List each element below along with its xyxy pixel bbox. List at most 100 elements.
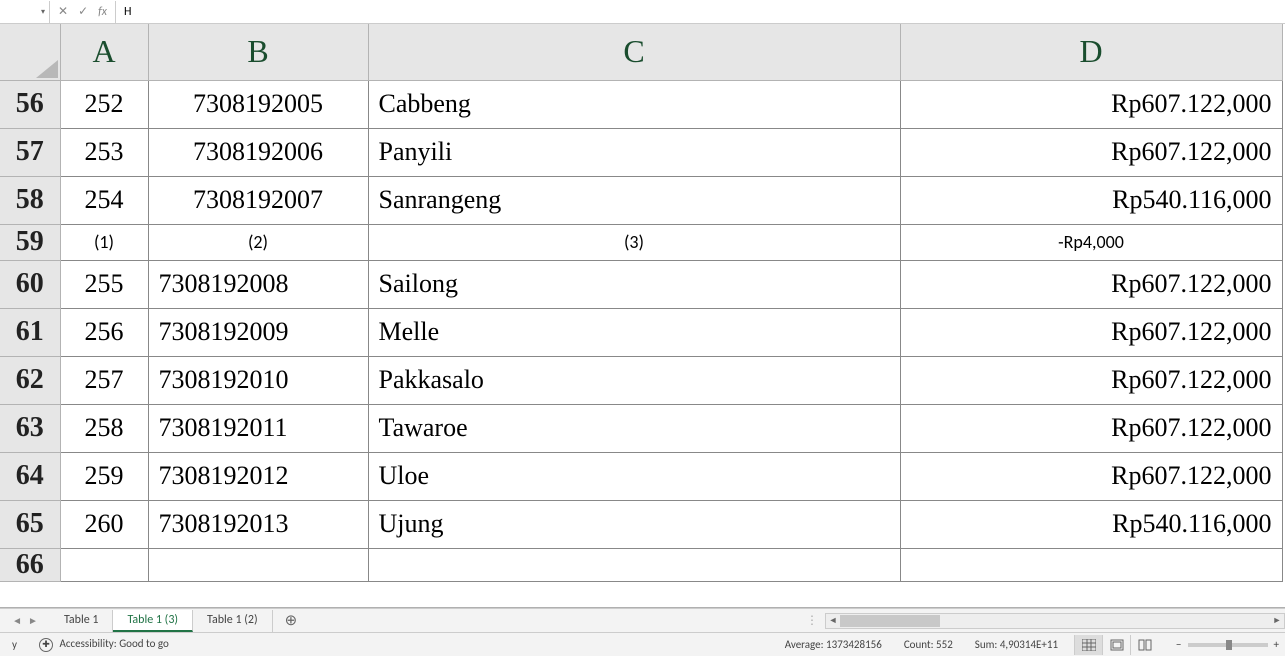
cell-b[interactable]: 7308192011 xyxy=(148,404,368,452)
formula-input[interactable]: H xyxy=(116,1,1285,23)
column-header-b[interactable]: B xyxy=(148,24,368,80)
cell-b[interactable]: 7308192010 xyxy=(148,356,368,404)
add-sheet-button[interactable]: ⊕ xyxy=(273,611,310,630)
name-box[interactable]: ▾ xyxy=(0,1,50,23)
cancel-icon[interactable]: ✕ xyxy=(58,4,68,19)
cell-c[interactable]: Pakkasalo xyxy=(368,356,900,404)
zoom-out-icon[interactable]: − xyxy=(1176,638,1181,651)
cell-c[interactable]: Ujung xyxy=(368,500,900,548)
row-header[interactable]: 63 xyxy=(0,404,60,452)
cell-d[interactable]: Rp540.116,000 xyxy=(900,500,1282,548)
tab-nav[interactable]: ◄ ► xyxy=(0,614,50,627)
cell-a[interactable]: (1) xyxy=(60,224,148,260)
zoom-thumb[interactable] xyxy=(1226,640,1232,650)
cell-b[interactable]: 7308192012 xyxy=(148,452,368,500)
zoom-in-icon[interactable]: + xyxy=(1274,638,1279,651)
cell-a[interactable]: 260 xyxy=(60,500,148,548)
scroll-thumb[interactable] xyxy=(840,615,940,627)
row-header[interactable]: 65 xyxy=(0,500,60,548)
tab-grip-icon[interactable]: ⋮ xyxy=(800,613,825,628)
grid[interactable]: A B C D 562527308192005CabbengRp607.122,… xyxy=(0,24,1285,608)
scroll-track[interactable] xyxy=(840,614,1270,628)
view-buttons xyxy=(1074,635,1158,655)
row-header[interactable]: 60 xyxy=(0,260,60,308)
column-header-c[interactable]: C xyxy=(368,24,900,80)
enter-icon[interactable]: ✓ xyxy=(78,4,88,19)
cell-c[interactable]: Cabbeng xyxy=(368,80,900,128)
cell-a[interactable]: 258 xyxy=(60,404,148,452)
cell-d[interactable]: Rp607.122,000 xyxy=(900,308,1282,356)
sheet-tabs-bar: ◄ ► Table 1Table 1 (3)Table 1 (2) ⊕ ⋮ ◄ … xyxy=(0,608,1285,632)
accessibility-text: Accessibility: Good to go xyxy=(59,637,168,650)
cell-b[interactable]: 7308192013 xyxy=(148,500,368,548)
status-ready: y xyxy=(6,638,23,651)
cell-b[interactable]: (2) xyxy=(148,224,368,260)
row-header[interactable]: 61 xyxy=(0,308,60,356)
zoom-slider[interactable] xyxy=(1188,643,1268,647)
cell-d[interactable] xyxy=(900,548,1282,581)
scroll-right-icon[interactable]: ► xyxy=(1270,615,1284,626)
column-header-d[interactable]: D xyxy=(900,24,1282,80)
view-normal-button[interactable] xyxy=(1074,635,1102,655)
cell-d[interactable]: Rp540.116,000 xyxy=(900,176,1282,224)
status-average: Average: 1373428156 xyxy=(779,638,888,651)
cell-d[interactable]: Rp607.122,000 xyxy=(900,452,1282,500)
cell-a[interactable]: 259 xyxy=(60,452,148,500)
formula-text: H xyxy=(124,5,131,19)
cell-a[interactable]: 256 xyxy=(60,308,148,356)
view-page-break-button[interactable] xyxy=(1130,635,1158,655)
cell-d[interactable]: Rp607.122,000 xyxy=(900,404,1282,452)
cell-a[interactable] xyxy=(60,548,148,581)
cell-b[interactable]: 7308192009 xyxy=(148,308,368,356)
select-all-corner[interactable] xyxy=(0,24,60,80)
cell-b[interactable]: 7308192008 xyxy=(148,260,368,308)
cell-a[interactable]: 254 xyxy=(60,176,148,224)
cell-b[interactable]: 7308192005 xyxy=(148,80,368,128)
cell-d[interactable]: -Rp4,000 xyxy=(900,224,1282,260)
cell-a[interactable]: 252 xyxy=(60,80,148,128)
cell-c[interactable]: Uloe xyxy=(368,452,900,500)
chevron-down-icon[interactable]: ▾ xyxy=(41,7,45,17)
cell-a[interactable]: 255 xyxy=(60,260,148,308)
accessibility-status[interactable]: ✚ Accessibility: Good to go xyxy=(33,637,175,652)
sheet-tab[interactable]: Table 1 (2) xyxy=(193,610,273,632)
row-header[interactable]: 58 xyxy=(0,176,60,224)
cell-a[interactable]: 257 xyxy=(60,356,148,404)
zoom-control[interactable]: − + xyxy=(1168,638,1279,651)
cell-d[interactable]: Rp607.122,000 xyxy=(900,260,1282,308)
status-count: Count: 552 xyxy=(898,638,959,651)
cell-b[interactable]: 7308192007 xyxy=(148,176,368,224)
column-header-a[interactable]: A xyxy=(60,24,148,80)
cell-d[interactable]: Rp607.122,000 xyxy=(900,356,1282,404)
view-page-layout-button[interactable] xyxy=(1102,635,1130,655)
cell-b[interactable]: 7308192006 xyxy=(148,128,368,176)
row-header[interactable]: 56 xyxy=(0,80,60,128)
row-header[interactable]: 62 xyxy=(0,356,60,404)
row-header[interactable]: 57 xyxy=(0,128,60,176)
cell-c[interactable]: Melle xyxy=(368,308,900,356)
sheet-tab[interactable]: Table 1 xyxy=(50,610,113,632)
scroll-left-icon[interactable]: ◄ xyxy=(826,615,840,626)
tab-prev-icon[interactable]: ◄ xyxy=(12,614,22,627)
cell-c[interactable]: Sailong xyxy=(368,260,900,308)
cell-a[interactable]: 253 xyxy=(60,128,148,176)
cell-b[interactable] xyxy=(148,548,368,581)
sheet-tab[interactable]: Table 1 (3) xyxy=(113,610,193,632)
grid-view-icon xyxy=(1082,639,1096,651)
page-break-icon xyxy=(1138,639,1152,651)
row-header[interactable]: 66 xyxy=(0,548,60,581)
cell-c[interactable]: Sanrangeng xyxy=(368,176,900,224)
row-header[interactable]: 64 xyxy=(0,452,60,500)
tab-next-icon[interactable]: ► xyxy=(28,614,38,627)
status-sum: Sum: 4,90314E+11 xyxy=(969,638,1064,651)
cell-c[interactable]: Tawaroe xyxy=(368,404,900,452)
fx-icon[interactable]: fx xyxy=(98,5,107,19)
cell-c[interactable]: Panyili xyxy=(368,128,900,176)
cell-d[interactable]: Rp607.122,000 xyxy=(900,128,1282,176)
status-bar: y ✚ Accessibility: Good to go Average: 1… xyxy=(0,632,1285,656)
cell-c[interactable]: (3) xyxy=(368,224,900,260)
cell-c[interactable] xyxy=(368,548,900,581)
row-header[interactable]: 59 xyxy=(0,224,60,260)
horizontal-scrollbar[interactable]: ◄ ► xyxy=(825,613,1285,629)
cell-d[interactable]: Rp607.122,000 xyxy=(900,80,1282,128)
